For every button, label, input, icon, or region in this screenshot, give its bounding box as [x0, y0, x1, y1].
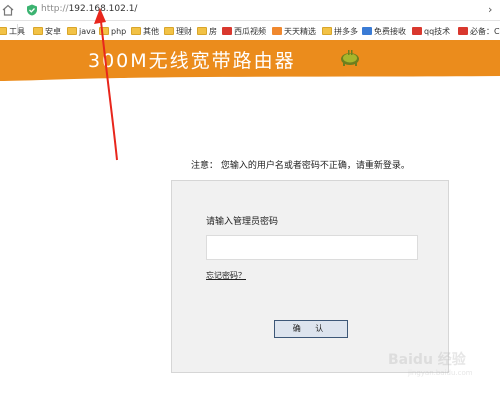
password-label: 请输入管理员密码	[206, 217, 279, 227]
bookmark-label: 理财	[176, 26, 192, 36]
bookmark-label: 免费接收	[374, 26, 406, 36]
folder-icon	[197, 27, 207, 35]
forgot-password-link[interactable]: 忘记密码？	[206, 270, 246, 281]
router-logo-icon	[341, 50, 359, 66]
url-host: 192.168.102.1/	[68, 4, 138, 14]
bookmark-label: php	[111, 26, 127, 36]
folder-icon	[33, 27, 43, 35]
address-bar: http://192.168.102.1/ ›	[0, 0, 500, 21]
bookmark-qq-tech[interactable]: qq技术	[412, 25, 450, 37]
bookmarks-bar: 工具 安卓 java php 其他 理财 房 西瓜视频 天天精选 拼多多 免费接…	[0, 22, 500, 39]
bookmark-xigua[interactable]: 西瓜视频	[222, 25, 266, 37]
url-protocol: http://	[41, 4, 69, 14]
watermark-text: Baidu 经验	[388, 352, 466, 368]
watermark-subtext: jingyan.baidu.com	[408, 369, 473, 377]
red-site-icon	[458, 27, 468, 35]
chevron-right-icon[interactable]: ›	[488, 3, 492, 16]
bookmark-free-receive[interactable]: 免费接收	[362, 25, 406, 37]
bookmark-label: 安卓	[45, 26, 61, 36]
bookmark-label: 其他	[143, 26, 159, 36]
bookmark-android[interactable]: 安卓	[33, 25, 61, 37]
uc-icon	[272, 27, 282, 35]
cloud-icon	[362, 27, 372, 35]
bookmark-label: 拼多多	[334, 26, 358, 36]
bookmark-php[interactable]: php	[99, 25, 126, 37]
folder-icon	[67, 27, 77, 35]
qq-icon	[412, 27, 422, 35]
red-site-icon	[222, 27, 232, 35]
bookmark-label: 房	[209, 26, 217, 36]
bookmark-tiantian[interactable]: 天天精选	[272, 25, 316, 37]
bookmark-label: qq技术	[424, 26, 451, 36]
baidu-watermark: Baidu 经验 jingyan.baidu.com	[388, 345, 498, 385]
bookmark-pinduoduo[interactable]: 拼多多	[322, 25, 358, 37]
toolbar-divider	[17, 24, 18, 36]
bookmark-label: 必备：C	[470, 26, 500, 36]
folder-icon	[164, 27, 174, 35]
banner-bottom-edge	[0, 73, 500, 81]
bookmark-essential[interactable]: 必备：C	[458, 25, 500, 37]
bookmark-label: 西瓜视频	[234, 26, 266, 36]
secure-shield-icon	[27, 4, 37, 16]
url-field[interactable]: http://192.168.102.1/	[41, 4, 137, 14]
folder-icon	[131, 27, 141, 35]
folder-icon	[0, 27, 7, 35]
banner-title: 300M无线宽带路由器	[88, 50, 296, 72]
folder-icon	[99, 27, 109, 35]
home-icon[interactable]	[2, 4, 14, 16]
router-banner: 300M无线宽带路由器	[0, 40, 500, 76]
bookmark-label: java	[79, 26, 96, 36]
admin-password-input[interactable]	[206, 235, 418, 260]
bookmark-tools[interactable]: 工具	[0, 25, 25, 37]
bookmark-other[interactable]: 其他	[131, 25, 159, 37]
confirm-button[interactable]: 确 认	[274, 320, 348, 338]
bookmark-finance[interactable]: 理财	[164, 25, 192, 37]
bookmark-house[interactable]: 房	[197, 25, 217, 37]
bookmark-java[interactable]: java	[67, 25, 96, 37]
folder-icon	[322, 27, 332, 35]
error-notice: 注意： 您输入的用户名或者密码不正确，请重新登录。	[191, 161, 410, 171]
bookmark-label: 天天精选	[284, 26, 316, 36]
